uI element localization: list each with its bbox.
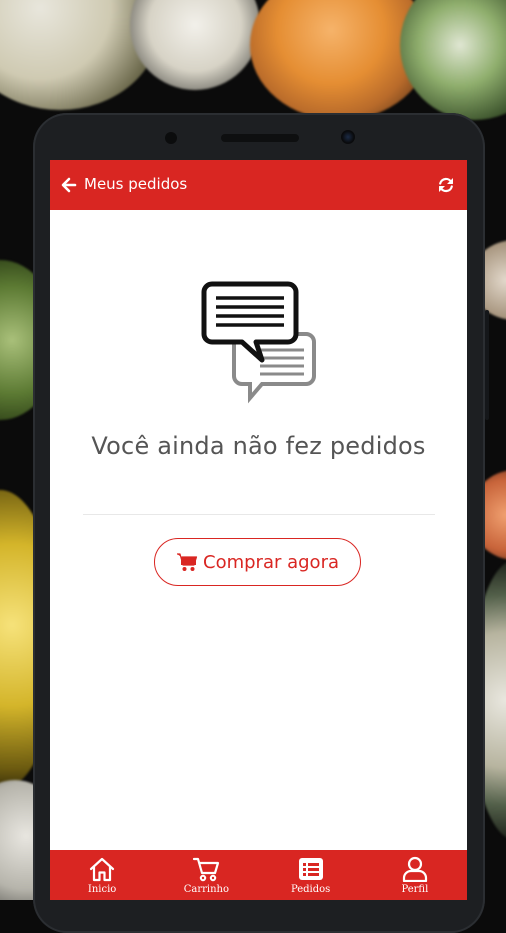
refresh-icon[interactable] — [437, 176, 455, 194]
nav-label: Pedidos — [290, 884, 331, 895]
app-screen: Meus pedidos Você ainda não fez pedidos — [50, 160, 467, 900]
top-bar: Meus pedidos — [50, 160, 467, 210]
nav-label: Perfil — [401, 884, 429, 895]
page-title: Meus pedidos — [84, 175, 188, 193]
phone-side-button — [485, 310, 489, 420]
nav-item-pedidos[interactable]: Pedidos — [259, 850, 363, 900]
empty-state-message: Você ainda não fez pedidos — [91, 432, 426, 460]
sensor-dot — [165, 132, 177, 144]
user-icon — [402, 856, 427, 882]
nav-item-perfil[interactable]: Perfil — [363, 850, 467, 900]
cart-icon — [193, 857, 220, 882]
shopping-cart-icon — [177, 553, 198, 571]
chat-bubbles-icon — [201, 281, 316, 404]
nav-label: Carrinho — [183, 884, 230, 895]
buy-now-label: Comprar agora — [203, 551, 339, 573]
home-icon — [90, 857, 115, 882]
bottom-navigation: Inicio Carrinho Pedidos Perfil — [50, 850, 467, 900]
nav-item-inicio[interactable]: Inicio — [50, 850, 154, 900]
buy-now-button[interactable]: Comprar agora — [154, 538, 361, 586]
front-camera — [341, 130, 355, 144]
divider — [83, 514, 435, 515]
list-icon — [298, 858, 323, 880]
nav-label: Inicio — [87, 884, 117, 895]
earpiece-speaker — [221, 134, 299, 142]
nav-item-carrinho[interactable]: Carrinho — [154, 850, 258, 900]
arrow-left-icon[interactable] — [61, 177, 77, 193]
